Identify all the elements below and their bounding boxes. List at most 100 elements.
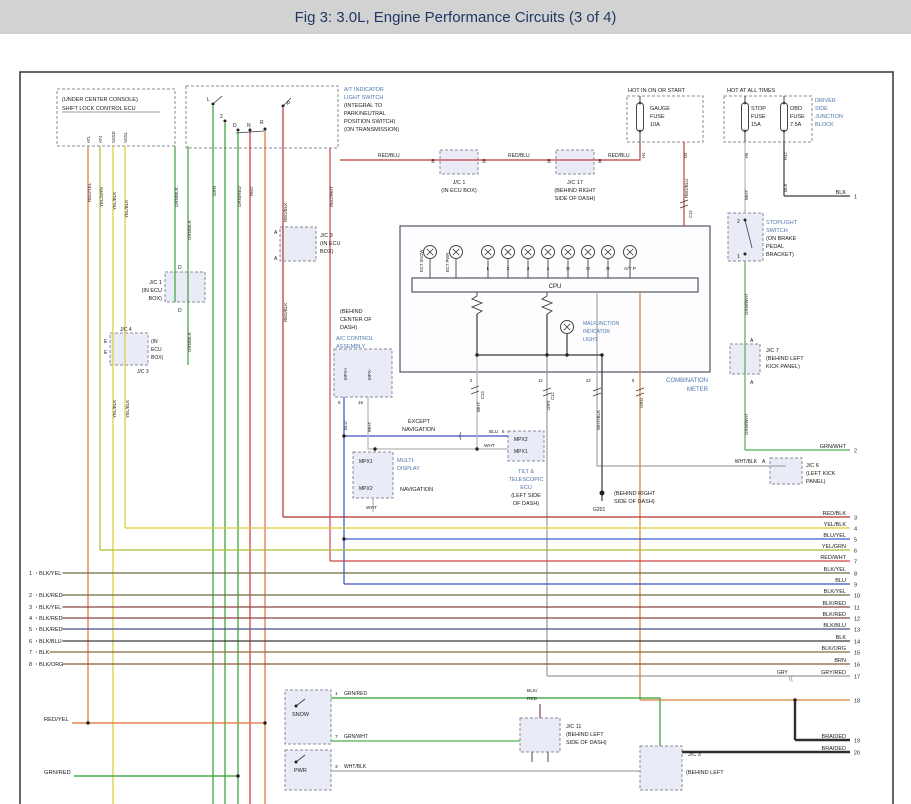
pwr-switch-box <box>285 750 331 790</box>
fuse-terminal <box>639 102 642 105</box>
right-pin-label: BLK <box>836 190 847 196</box>
diagram-label: RED/BLU <box>608 153 630 159</box>
right-pin-number: 5 <box>854 538 857 544</box>
diagram-label: BOX) <box>151 355 164 361</box>
diagram-label: RED/BLU <box>508 153 530 159</box>
diagram-label: 4 <box>547 266 550 272</box>
right-pin-number: 11 <box>854 606 860 612</box>
wire-label-vertical: WHT <box>744 190 749 200</box>
junction-dot <box>342 434 345 437</box>
junction-dot <box>282 105 285 108</box>
diagram-label: (( <box>789 676 793 682</box>
diagram-label: SNOW <box>292 712 310 718</box>
right-pin-label: BLK/ORG <box>822 646 846 652</box>
diagram-label: PEDAL <box>766 244 784 250</box>
wire-label-vertical: YEL/BLK <box>125 400 130 418</box>
diagram-label: JUNCTION <box>815 114 843 120</box>
diagram-label: 3 <box>527 266 530 272</box>
right-pin-label: BRAIDED <box>822 746 846 752</box>
jc6-box <box>770 458 802 484</box>
diagram-label: 22 <box>586 378 591 383</box>
jc17-box <box>556 150 594 174</box>
right-pin-number: 6 <box>854 549 857 555</box>
wire-label-vertical: H5 <box>744 152 749 158</box>
diagram-label: J/C 3 <box>688 752 701 758</box>
junction-dot <box>295 761 298 764</box>
wire-label-vertical: YEL/BLK <box>112 400 117 418</box>
diagram-label: J/C 7 <box>766 348 779 354</box>
diagram-label: R <box>260 120 264 126</box>
combination-meter-box <box>400 226 710 372</box>
right-pin-label: BLK/BLU <box>823 623 846 629</box>
junction-dot <box>475 353 478 356</box>
diagram-label: HOT IN ON OR START <box>628 88 686 94</box>
right-pin-number: 4 <box>854 527 857 533</box>
diagram-label: E <box>104 339 108 345</box>
right-pin-label: YEL/GRN <box>822 544 846 550</box>
right-pin-number: 16 <box>854 663 860 669</box>
right-pin-label: GRN/WHT <box>820 444 847 450</box>
diagram-label: WHT/BLK <box>344 764 367 770</box>
diagram-label: 2 <box>507 266 510 272</box>
wire-wht <box>368 397 508 449</box>
left-pin-number: 6 <box>29 639 32 645</box>
right-pin-label: YEL/BLK <box>824 522 847 528</box>
fuse-terminal <box>744 130 747 133</box>
right-pin-number: 15 <box>854 651 860 657</box>
left-pin-number: 8 <box>29 662 32 668</box>
diagram-label: (LEFT KICK <box>806 471 836 477</box>
junction-dot <box>565 353 568 356</box>
jc3-bottom-box <box>640 746 682 790</box>
diagram-label: 1 <box>335 691 338 697</box>
wire-label-vertical: GRN/BLK <box>187 332 192 352</box>
diagram-label: BOX) <box>149 296 163 302</box>
diagram-label: J/C 11 <box>566 724 582 730</box>
diagram-label: PWR <box>294 768 307 774</box>
diagram-label: OBD <box>790 106 802 112</box>
diagram-label: GRN/WHT <box>344 734 368 740</box>
diagram-label: (ON TRANSMISSION) <box>344 127 399 133</box>
diagram-label: A/C CONTROL <box>336 336 374 342</box>
right-pin-number: 8 <box>854 572 857 578</box>
wiring-diagram: BLK1GRN/WHT2RED/BLK3YEL/BLK4BLU/YEL5YEL/… <box>0 0 911 804</box>
diagram-label: WHT/BLK <box>735 459 758 465</box>
diagram-label: ECU <box>520 485 532 491</box>
diagram-label: STOP <box>751 106 766 112</box>
diagram-label: ECU <box>151 347 162 353</box>
diagram-label: (LEFT SIDE <box>511 493 541 499</box>
right-pin-number: 10 <box>854 594 860 600</box>
diagram-label: SHIFT LOCK CONTROL ECU <box>62 106 136 112</box>
diagram-label: MPX2 <box>514 437 528 443</box>
diagram-label: (BEHIND RIGHT <box>554 188 596 194</box>
diagram-label: J/C 3 <box>320 233 333 239</box>
junction-dot <box>224 120 227 123</box>
junction-dot <box>295 705 298 708</box>
junction-dot <box>86 721 89 724</box>
wire-label-vertical: WHT <box>476 402 481 412</box>
diagram-label: (UNDER CENTER CONSOLE) <box>62 97 138 103</box>
wire-k <box>471 391 479 394</box>
diagram-label: MPX2 <box>359 486 373 492</box>
diagram-label: (IN ECU <box>320 241 341 247</box>
diagram-label: 7.5A <box>790 122 802 128</box>
diagram-label: SIDE OF DASH) <box>614 499 655 505</box>
diagram-label: (BEHIND LEFT <box>686 770 724 776</box>
diagram-label: OF DASH) <box>513 501 539 507</box>
wire-label-vertical: YEL/GRN <box>99 187 104 207</box>
wire-label-vertical: ORG <box>639 397 644 408</box>
wire-label-vertical: C13 <box>480 391 485 399</box>
diagram-label: GAUGE <box>650 106 670 112</box>
wire-label-vertical: RED/BLU <box>684 178 689 198</box>
jc3-ecu-box <box>280 227 316 261</box>
wire-label-vertical: GRN/BLK <box>174 187 179 207</box>
junction-dot <box>600 491 605 496</box>
wire-label-vertical: YEL/BLK <box>124 200 129 218</box>
diagram-label: 15A <box>751 122 761 128</box>
left-pin-label: BLK/YEL <box>39 605 61 611</box>
wire-label-vertical: ATL <box>86 135 91 143</box>
diagram-label: KICK PANEL) <box>766 364 800 370</box>
diagram-label: LIGHT <box>583 337 598 343</box>
left-pin-label: BLK/RED <box>39 593 63 599</box>
right-pin-label: RED/WHT <box>820 555 846 561</box>
fuse-terminal <box>783 102 786 105</box>
